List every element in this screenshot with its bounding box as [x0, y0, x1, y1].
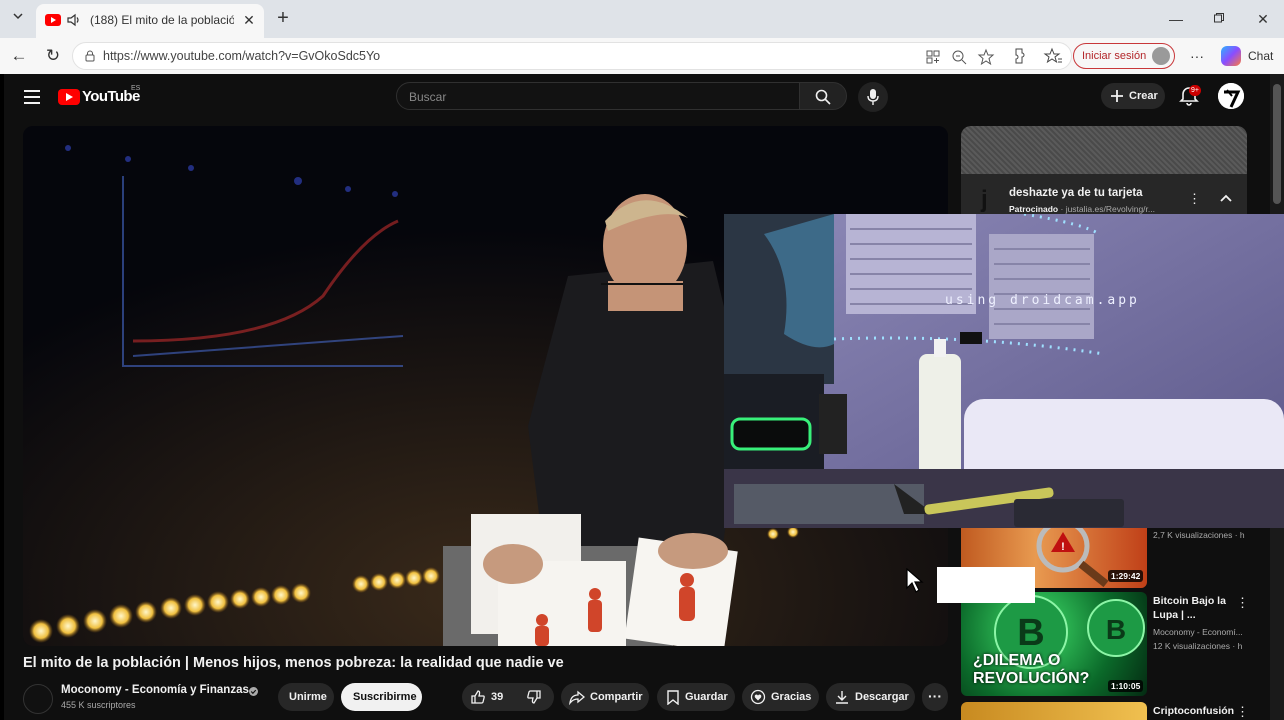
like-dislike-group: 39 [462, 683, 554, 711]
favorite-star-icon[interactable] [977, 48, 995, 66]
mouse-cursor-icon [906, 568, 924, 593]
close-window-icon[interactable]: ✕ [1251, 8, 1275, 30]
browser-toolbar: ← ↻ https://www.youtube.com/watch?v=GvOk… [0, 38, 1284, 74]
chat-label[interactable]: Chat [1248, 49, 1273, 63]
tab-list-chevron-icon[interactable] [6, 8, 30, 30]
microphone-icon [867, 89, 879, 105]
ad-thumbnail[interactable] [961, 126, 1247, 174]
search-input[interactable]: Buscar [396, 82, 800, 110]
ad-more-icon[interactable]: ⋮ [1188, 192, 1201, 206]
search-placeholder: Buscar [409, 90, 447, 104]
share-label: Compartir [590, 691, 643, 703]
related-channel[interactable]: Moconomy - Economí... [1153, 627, 1243, 637]
extensions-icon[interactable] [1010, 46, 1030, 66]
download-label: Descargar [855, 691, 909, 703]
related-more-icon[interactable]: ⋮ [1236, 596, 1249, 610]
like-thumbs-up-icon[interactable] [470, 689, 486, 705]
restore-icon[interactable] [1207, 8, 1231, 30]
save-label: Guardar [685, 691, 728, 703]
ad-logo: j [981, 186, 988, 213]
ad-domain: · justalia.es/Revolving/r... [1060, 204, 1155, 214]
webcam-scene [724, 214, 1284, 528]
subscriber-count: 455 K suscriptores [61, 700, 136, 710]
channel-avatar[interactable] [23, 684, 53, 714]
duration-badge: 1:10:05 [1108, 680, 1144, 692]
save-button[interactable]: Guardar [657, 683, 735, 711]
region-label: ES [131, 85, 141, 92]
url-text[interactable]: https://www.youtube.com/watch?v=GvOkoSdc… [103, 49, 380, 63]
tab-title: (188) El mito de la población | Men [90, 13, 234, 27]
voice-search-button[interactable] [858, 82, 888, 112]
join-label: Unirme [289, 691, 327, 703]
channel-name[interactable]: Moconomy - Economía y Finanzas [61, 684, 249, 696]
thumbnail-caption: ¿DILEMA O REVOLUCIÓN? [973, 652, 1090, 687]
svg-text:B: B [1017, 612, 1044, 654]
related-meta: 2,7 K visualizaciones · h [1153, 530, 1245, 540]
active-tab[interactable]: (188) El mito de la población | Men ✕ [36, 4, 264, 38]
download-button[interactable]: Descargar [826, 683, 915, 711]
more-horizontal-icon: ··· [928, 688, 942, 704]
thanks-button[interactable]: Gracias [742, 683, 819, 711]
more-menu-icon[interactable]: ··· [1186, 45, 1208, 67]
tab-close-icon[interactable]: ✕ [240, 11, 258, 29]
related-thumbnail[interactable] [961, 702, 1147, 720]
collapse-chevron-icon[interactable] [1219, 191, 1233, 205]
ad-title[interactable]: deshazte ya de tu tarjeta [1009, 187, 1143, 199]
subscribe-label: Suscribirme [353, 691, 417, 703]
notification-badge: 9+ [1189, 85, 1201, 96]
plus-icon [1111, 90, 1123, 102]
menu-icon[interactable] [24, 90, 40, 104]
download-icon [836, 691, 848, 704]
minimize-icon[interactable]: — [1164, 8, 1188, 30]
copilot-icon[interactable] [1221, 46, 1241, 66]
duration-badge: 1:29:42 [1108, 570, 1144, 582]
thanks-heart-icon [750, 689, 766, 705]
search-button[interactable] [799, 82, 847, 110]
profile-avatar-icon [1152, 47, 1170, 65]
create-button[interactable]: Crear [1101, 83, 1165, 109]
signin-label: Iniciar sesión [1082, 50, 1147, 62]
zoom-icon[interactable] [950, 48, 968, 66]
related-views: 12 K visualizaciones · h [1153, 641, 1243, 651]
bookmark-icon [667, 690, 679, 705]
favorites-icon[interactable] [1043, 46, 1063, 66]
create-label: Crear [1129, 90, 1158, 102]
join-button[interactable]: Unirme [278, 683, 334, 711]
site-info-icon[interactable] [83, 49, 97, 63]
search-icon [815, 89, 831, 105]
video-title: El mito de la población | Menos hijos, m… [23, 655, 564, 671]
signin-button[interactable]: Iniciar sesión [1073, 43, 1175, 69]
blank-popup-box [937, 567, 1035, 603]
share-arrow-icon [569, 690, 585, 705]
like-count: 39 [491, 691, 504, 703]
sponsored-ad-card[interactable]: j [961, 126, 1247, 214]
reload-icon[interactable]: ↻ [42, 45, 64, 67]
youtube-favicon-icon [45, 14, 61, 26]
ad-sponsor: Patrocinado [1009, 204, 1059, 214]
subscribe-button[interactable]: Suscribirme [341, 683, 422, 711]
dislike-thumbs-down-icon[interactable] [526, 689, 542, 705]
back-icon[interactable]: ← [8, 45, 30, 67]
share-button[interactable]: Compartir [561, 683, 649, 711]
new-tab-icon[interactable]: + [272, 7, 294, 29]
browser-tab-strip: (188) El mito de la población | Men ✕ + … [0, 0, 1284, 38]
related-title[interactable]: Criptoconfusión [1153, 704, 1245, 718]
related-title[interactable]: Bitcoin Bajo la Lupa | ... [1153, 594, 1245, 622]
verified-check-icon [249, 687, 258, 696]
droidcam-watermark: using droidcam.app [945, 293, 1140, 308]
svg-text:B: B [1106, 614, 1126, 645]
related-more-icon[interactable]: ⋮ [1236, 705, 1249, 719]
speaker-icon[interactable] [66, 12, 82, 28]
ad-meta: Patrocinado · justalia.es/Revolving/r... [1009, 204, 1169, 214]
webcam-overlay [724, 214, 1284, 528]
youtube-logo-icon[interactable] [58, 89, 80, 105]
thanks-label: Gracias [771, 691, 812, 703]
more-actions-button[interactable]: ··· [922, 683, 948, 711]
apps-icon[interactable] [924, 48, 942, 66]
user-avatar[interactable] [1218, 83, 1244, 109]
svg-text:!: ! [1061, 541, 1065, 553]
address-bar[interactable]: https://www.youtube.com/watch?v=GvOkoSdc… [72, 42, 1072, 70]
scrollbar-thumb[interactable] [1273, 84, 1281, 204]
